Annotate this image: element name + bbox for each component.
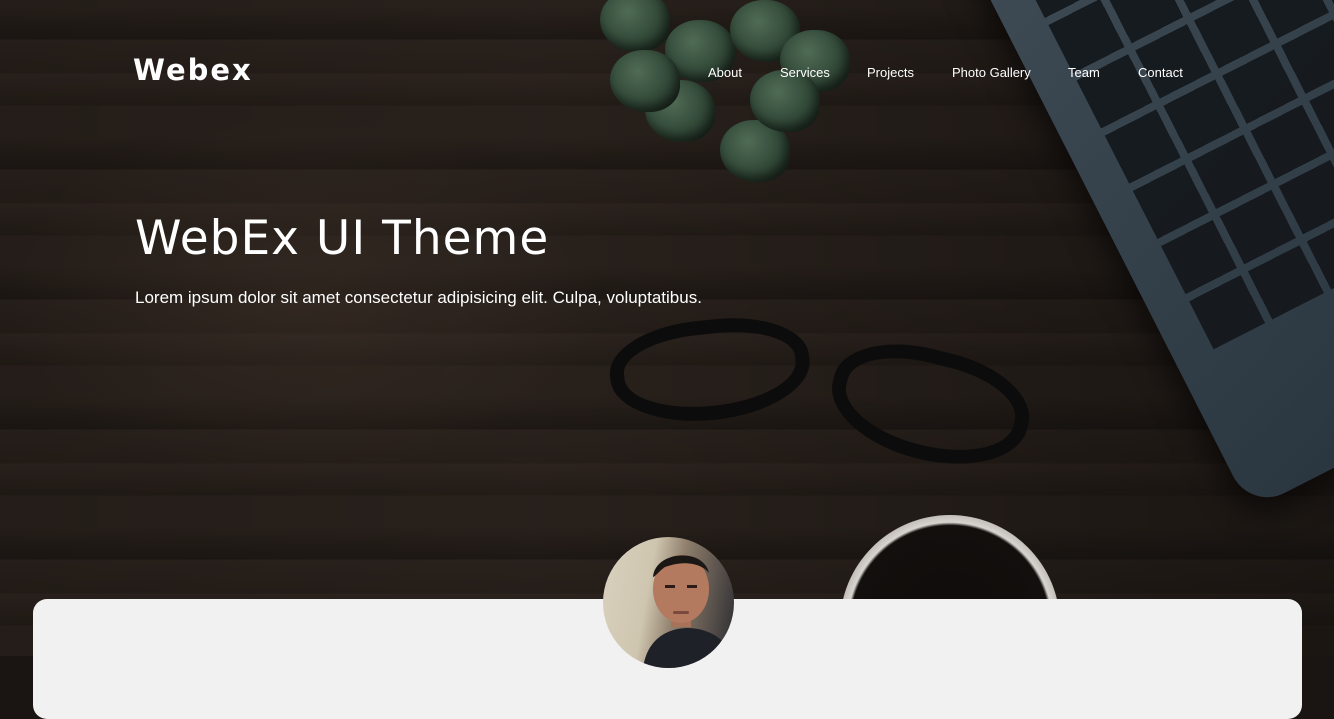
profile-avatar: [603, 537, 734, 668]
nav-projects[interactable]: Projects: [867, 65, 914, 80]
hero-content: WebEx UI Theme Lorem ipsum dolor sit ame…: [135, 210, 702, 308]
brand-logo[interactable]: Webex: [133, 53, 253, 87]
glasses-image: [570, 300, 1050, 500]
hero-subtitle: Lorem ipsum dolor sit amet consectetur a…: [135, 288, 702, 307]
nav-about[interactable]: About: [708, 65, 742, 80]
glasses-lens-right: [819, 327, 1041, 483]
top-navbar: Webex About Services Projects Photo Gall…: [0, 0, 1334, 140]
nav-photo-gallery[interactable]: Photo Gallery: [952, 65, 1031, 80]
nav-contact[interactable]: Contact: [1138, 65, 1183, 80]
avatar-portrait-icon: [643, 555, 734, 668]
glasses-lens-left: [605, 309, 815, 431]
nav-team[interactable]: Team: [1068, 65, 1100, 80]
hero-title: WebEx UI Theme: [135, 211, 550, 266]
nav-services[interactable]: Services: [780, 65, 830, 80]
